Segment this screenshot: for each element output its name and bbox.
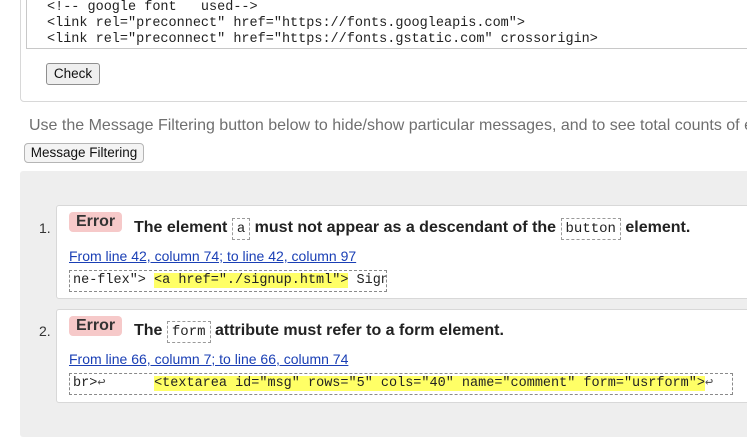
filter-hint-text: Use the Message Filtering button below t… [29, 117, 747, 134]
extract-text: Signu [356, 273, 386, 288]
message-number: 2. [39, 323, 51, 339]
extract-text: ne-flex"> [73, 273, 155, 288]
location-link[interactable]: From line 66, column 7; to line 66, colu… [69, 351, 348, 367]
message-title-text: attribute must refer to a form element. [214, 322, 504, 339]
message-title: The element a must not appear as a desce… [134, 213, 690, 243]
message-number: 1. [39, 220, 51, 236]
extract-highlight: <textarea id="msg" rows="5" cols="40" na… [154, 376, 705, 391]
error-badge: Error [69, 212, 123, 232]
source-code-box[interactable]: <!-- google font used--> <link rel="prec… [26, 0, 747, 49]
message-code-element: a [231, 218, 251, 240]
source-line-2: <link rel="preconnect" href="https://fon… [47, 16, 525, 31]
source-line-3: <link rel="preconnect" href="https://fon… [47, 32, 598, 47]
message-title-text: element. [625, 219, 691, 236]
extract-highlight: <a href="./signup.html"> [154, 273, 349, 288]
location-link[interactable]: From line 42, column 74; to line 42, col… [69, 248, 356, 264]
message-title: The form attribute must refer to a form … [134, 316, 504, 346]
newline-icon: ↩ [704, 376, 714, 391]
code-extract: ne-flex"> <a href="./signup.html"> Signu [69, 270, 387, 292]
message-title-text: The element [134, 219, 228, 236]
message-code-element: button [560, 218, 621, 240]
message-title-text: must not appear as a descendant of the [254, 219, 557, 236]
message-item: Error The element a must not appear as a… [56, 205, 747, 299]
message-item: Error The form attribute must refer to a… [56, 309, 747, 403]
check-button[interactable]: Check [46, 63, 100, 85]
extract-text [105, 376, 154, 391]
code-extract: br> ↩ <textarea id="msg" rows="5" cols="4… [69, 373, 733, 395]
source-line-1: <!-- google font used--> [47, 0, 258, 15]
extract-text: br> [73, 376, 98, 391]
message-filtering-button[interactable]: Message Filtering [24, 143, 144, 163]
error-badge: Error [69, 316, 123, 336]
message-code-element: form [166, 321, 211, 343]
message-title-text: The [134, 322, 163, 339]
